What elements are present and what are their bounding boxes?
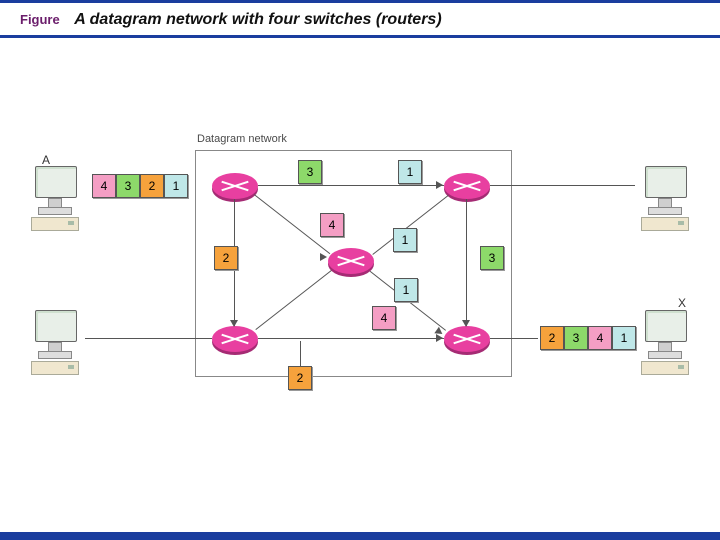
router-top-left xyxy=(212,173,258,199)
packet: 3 xyxy=(298,160,322,184)
diagram-canvas: Datagram network A X 4 3 2 1 3 1 2 3 xyxy=(0,38,720,468)
host-top-right xyxy=(635,166,695,221)
packet: 4 xyxy=(588,326,612,350)
figure-title: A datagram network with four switches (r… xyxy=(74,11,441,28)
router-bottom-left xyxy=(212,326,258,352)
footer-bar xyxy=(0,532,720,540)
packet: 2 xyxy=(540,326,564,350)
packet: 3 xyxy=(480,246,504,270)
host-x xyxy=(635,310,695,365)
figure-label: Figure xyxy=(20,12,60,27)
packet: 4 xyxy=(320,213,344,237)
packet: 1 xyxy=(164,174,188,198)
packet: 1 xyxy=(612,326,636,350)
packet: 3 xyxy=(564,326,588,350)
host-label-a: A xyxy=(42,153,50,167)
packet: 1 xyxy=(394,278,418,302)
packet: 2 xyxy=(140,174,164,198)
packet: 2 xyxy=(214,246,238,270)
router-center xyxy=(328,248,374,274)
packet: 4 xyxy=(92,174,116,198)
host-label-x: X xyxy=(678,296,686,310)
packet: 3 xyxy=(116,174,140,198)
packet: 4 xyxy=(372,306,396,330)
router-bottom-right xyxy=(444,326,490,352)
host-bottom-left xyxy=(25,310,85,365)
packet: 1 xyxy=(398,160,422,184)
router-top-right xyxy=(444,173,490,199)
network-box-label: Datagram network xyxy=(197,133,287,145)
host-a xyxy=(25,166,85,221)
packet: 1 xyxy=(393,228,417,252)
packet: 2 xyxy=(288,366,312,390)
